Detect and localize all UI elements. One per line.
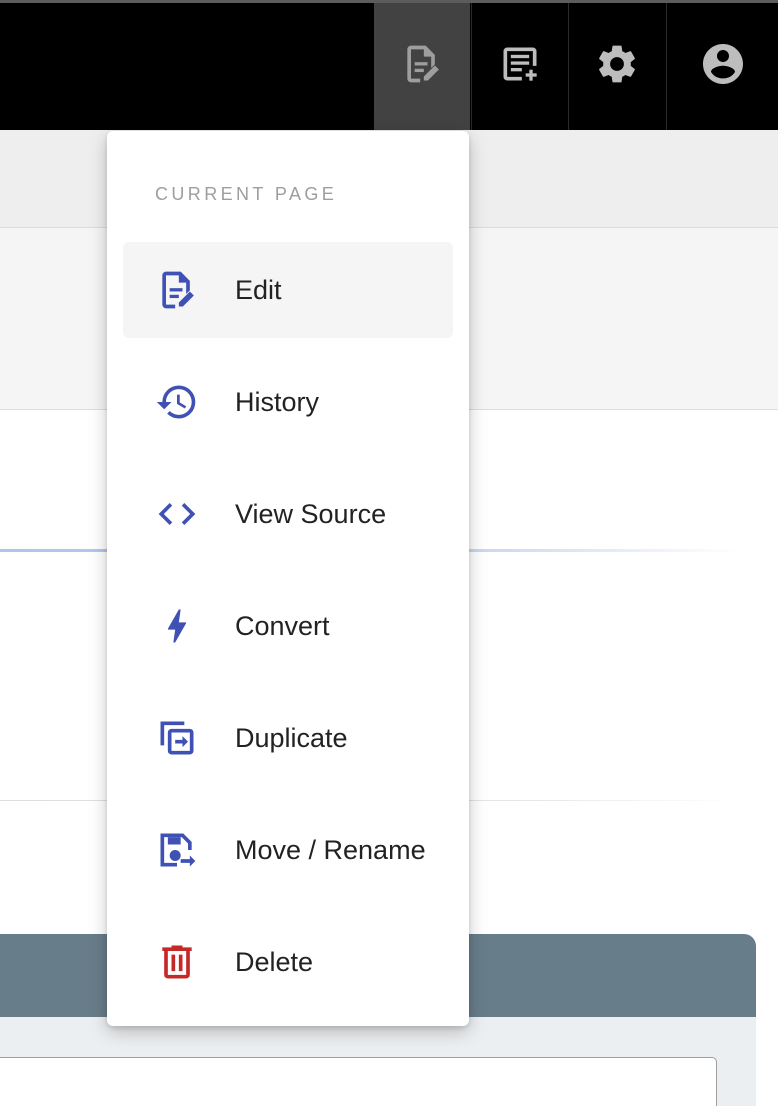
- menu-item-label: History: [235, 387, 320, 417]
- menu-item-label: Delete: [235, 947, 314, 977]
- card-input-field[interactable]: [0, 1057, 717, 1106]
- menu-item-label: Duplicate: [235, 723, 348, 753]
- trash-icon: [155, 940, 199, 984]
- account-circle-icon: [699, 40, 747, 93]
- settings-button[interactable]: [568, 3, 664, 130]
- menu-section-header: CURRENT PAGE: [155, 184, 338, 204]
- menu-item-label: View Source: [235, 499, 387, 529]
- page-edit-icon: [155, 268, 199, 312]
- menu-item-convert[interactable]: Convert: [123, 578, 453, 674]
- menu-item-label: Move / Rename: [235, 835, 426, 865]
- new-page-icon: [498, 42, 542, 91]
- history-icon: [155, 380, 199, 424]
- menu-item-delete[interactable]: Delete: [123, 914, 453, 1010]
- top-bar: [0, 0, 778, 130]
- duplicate-icon: [155, 716, 199, 760]
- menu-item-label: Edit: [235, 275, 282, 305]
- page-actions-menu: CURRENT PAGE Edit History View Source Co…: [107, 131, 469, 1026]
- app-screen: CURRENT PAGE Edit History View Source Co…: [0, 0, 778, 1106]
- menu-item-view-source[interactable]: View Source: [123, 466, 453, 562]
- account-button[interactable]: [666, 3, 778, 130]
- new-page-button[interactable]: [471, 3, 567, 130]
- menu-item-edit[interactable]: Edit: [123, 242, 453, 338]
- page-actions-button[interactable]: [374, 3, 470, 130]
- menu-item-history[interactable]: History: [123, 354, 453, 450]
- menu-item-move-rename[interactable]: Move / Rename: [123, 802, 453, 898]
- page-edit-icon: [400, 42, 444, 91]
- move-rename-icon: [155, 828, 199, 872]
- lightning-bolt-icon: [155, 604, 199, 648]
- menu-item-duplicate[interactable]: Duplicate: [123, 690, 453, 786]
- gear-icon: [594, 41, 640, 92]
- code-brackets-icon: [155, 492, 199, 536]
- menu-item-label: Convert: [235, 611, 330, 641]
